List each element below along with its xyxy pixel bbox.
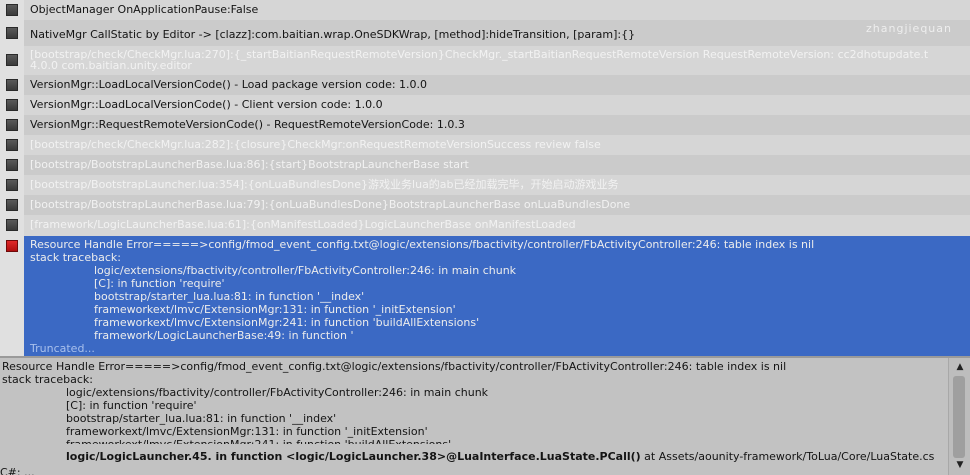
traceback-line: framework/LogicLauncherBase:49: in funct… xyxy=(94,329,354,342)
detail-text: Resource Handle Error=====>config/fmod_e… xyxy=(2,360,786,451)
log-icon-cell xyxy=(0,95,24,115)
log-message: ObjectManager OnApplicationPause:False xyxy=(30,3,259,16)
log-info-icon xyxy=(6,79,18,91)
log-icon-cell xyxy=(0,135,24,155)
detail-traceback-line: logic/extensions/fbactivity/controller/F… xyxy=(66,386,489,399)
selected-log-message: Resource Handle Error=====>config/fmod_e… xyxy=(30,238,814,355)
detail-traceback-line: bootstrap/starter_lua.lua:81: in functio… xyxy=(66,412,337,425)
watermark: zhangjiequan xyxy=(866,22,952,35)
log-row[interactable]: [bootstrap/check/CheckMgr.lua:270]:{_sta… xyxy=(0,46,970,75)
log-row[interactable]: NativeMgr CallStatic by Editor -> [clazz… xyxy=(0,20,970,46)
traceback-line: frameworkext/lmvc/ExtensionMgr:241: in f… xyxy=(94,316,480,329)
log-info-icon xyxy=(6,99,18,111)
log-icon-cell xyxy=(0,115,24,135)
detail-traceback-line: frameworkext/lmvc/ExtensionMgr:131: in f… xyxy=(66,425,428,438)
log-icon-cell xyxy=(0,20,24,46)
traceback-header: stack traceback: xyxy=(30,251,121,264)
log-icon-cell xyxy=(0,75,24,95)
log-detail-pane[interactable]: Resource Handle Error=====>config/fmod_e… xyxy=(0,358,948,475)
detail-cut-line: C#: ... xyxy=(0,466,35,475)
log-message: VersionMgr::RequestRemoteVersionCode() -… xyxy=(30,118,465,131)
stack-frame-function: logic/LogicLauncher.45. in function <log… xyxy=(66,450,641,463)
log-message: [bootstrap/check/CheckMgr.lua:270]:{_sta… xyxy=(30,49,928,71)
truncated-label: Truncated... xyxy=(30,342,95,355)
log-info-icon xyxy=(6,179,18,191)
log-row[interactable]: VersionMgr::LoadLocalVersionCode() - Cli… xyxy=(0,95,970,115)
traceback-line: bootstrap/starter_lua.lua:81: in functio… xyxy=(94,290,365,303)
stack-frame-link[interactable]: logic/LogicLauncher.45. in function <log… xyxy=(0,444,948,466)
log-info-icon xyxy=(6,219,18,231)
log-message: [bootstrap/check/CheckMgr.lua:282]:{clos… xyxy=(30,138,601,151)
log-icon-cell xyxy=(0,236,24,356)
log-row[interactable]: [bootstrap/BootstrapLauncher.lua:354]:{o… xyxy=(0,175,970,195)
log-row[interactable]: VersionMgr::RequestRemoteVersionCode() -… xyxy=(0,115,970,135)
log-row[interactable]: [bootstrap/BootstrapLauncherBase.lua:79]… xyxy=(0,195,970,215)
log-row[interactable]: VersionMgr::LoadLocalVersionCode() - Loa… xyxy=(0,75,970,95)
log-message: NativeMgr CallStatic by Editor -> [clazz… xyxy=(30,28,636,41)
log-info-icon xyxy=(6,4,18,16)
log-icon-cell xyxy=(0,175,24,195)
traceback-line: frameworkext/lmvc/ExtensionMgr:131: in f… xyxy=(94,303,456,316)
log-row[interactable]: [framework/LogicLauncherBase.lua:61]:{on… xyxy=(0,215,970,236)
log-message: VersionMgr::LoadLocalVersionCode() - Cli… xyxy=(30,98,383,111)
log-message: [bootstrap/BootstrapLauncher.lua:354]:{o… xyxy=(30,178,619,191)
error-message: Resource Handle Error=====>config/fmod_e… xyxy=(30,238,815,251)
log-message-line-2: 4.0.0 com.baitian.unity.editor xyxy=(30,59,192,72)
detail-error-message: Resource Handle Error=====>config/fmod_e… xyxy=(2,360,787,373)
log-row[interactable]: ObjectManager OnApplicationPause:False xyxy=(0,0,970,20)
log-info-icon xyxy=(6,139,18,151)
log-info-icon xyxy=(6,27,18,39)
stack-frame-text: logic/LogicLauncher.45. in function <log… xyxy=(66,450,934,463)
scroll-down-arrow-icon[interactable]: ▼ xyxy=(954,459,966,471)
log-info-icon xyxy=(6,119,18,131)
detail-traceback-line: [C]: in function 'require' xyxy=(66,399,197,412)
traceback-line: [C]: in function 'require' xyxy=(94,277,225,290)
selected-log-row[interactable]: Resource Handle Error=====>config/fmod_e… xyxy=(0,236,970,356)
log-icon-cell xyxy=(0,0,24,20)
stack-frame-location: at Assets/aounity-framework/ToLua/Core/L… xyxy=(640,450,935,463)
scrollbar-thumb[interactable] xyxy=(953,376,965,458)
log-icon-cell xyxy=(0,155,24,175)
console-log-list[interactable]: ObjectManager OnApplicationPause:False N… xyxy=(0,0,970,356)
log-info-icon xyxy=(6,54,18,66)
log-row[interactable]: [bootstrap/check/CheckMgr.lua:282]:{clos… xyxy=(0,135,970,155)
detail-traceback-header: stack traceback: xyxy=(2,373,93,386)
log-icon-cell xyxy=(0,46,24,75)
log-message: [bootstrap/BootstrapLauncherBase.lua:86]… xyxy=(30,158,469,171)
log-info-icon xyxy=(6,159,18,171)
error-icon xyxy=(6,240,18,252)
log-info-icon xyxy=(6,199,18,211)
log-message: [framework/LogicLauncherBase.lua:61]:{on… xyxy=(30,218,576,231)
log-message: [bootstrap/BootstrapLauncherBase.lua:79]… xyxy=(30,198,631,211)
log-icon-cell xyxy=(0,215,24,236)
detail-scrollbar[interactable]: ▲ ▼ xyxy=(948,358,970,475)
scroll-up-arrow-icon[interactable]: ▲ xyxy=(954,361,966,373)
log-message: VersionMgr::LoadLocalVersionCode() - Loa… xyxy=(30,78,428,91)
log-row[interactable]: [bootstrap/BootstrapLauncherBase.lua:86]… xyxy=(0,155,970,175)
log-icon-cell xyxy=(0,195,24,215)
traceback-line: logic/extensions/fbactivity/controller/F… xyxy=(94,264,517,277)
console-window: ObjectManager OnApplicationPause:False N… xyxy=(0,0,970,475)
